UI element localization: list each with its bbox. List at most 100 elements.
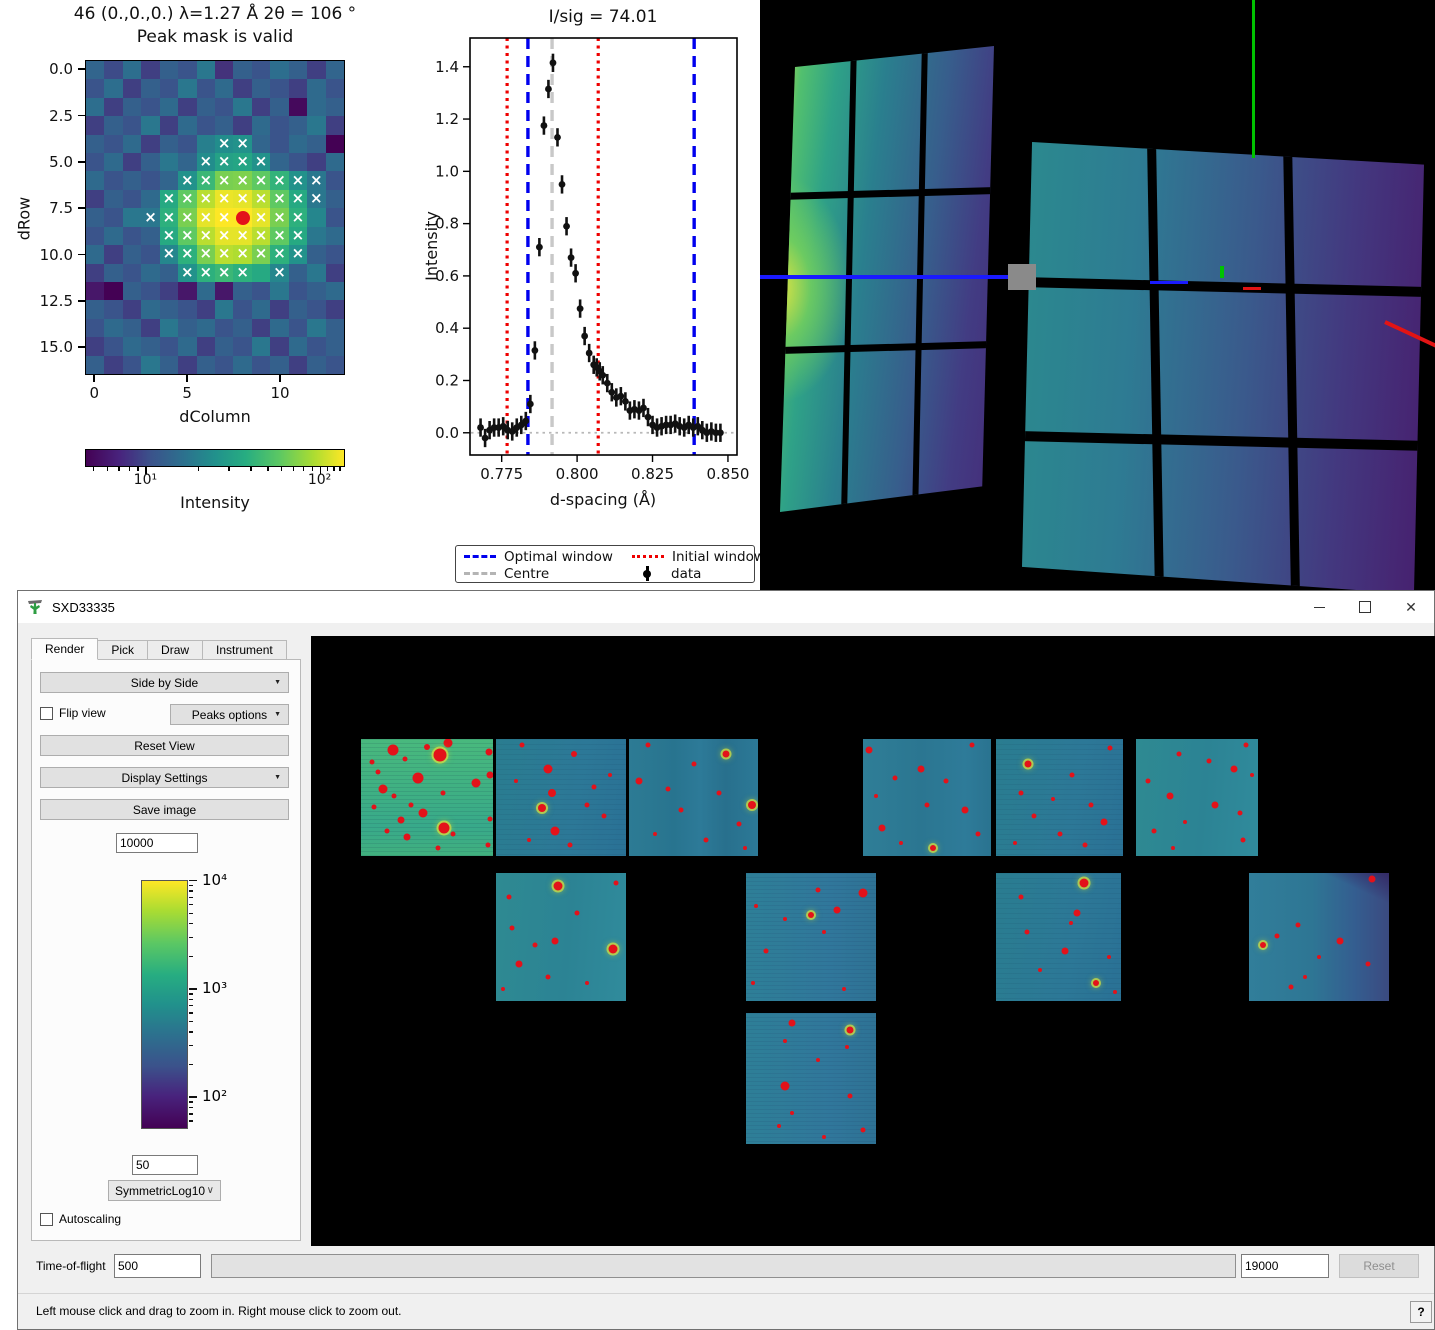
peak-spot bbox=[1057, 831, 1062, 836]
peak-spot bbox=[1176, 752, 1181, 757]
detector-panel bbox=[1249, 873, 1389, 1001]
svg-text:0.850: 0.850 bbox=[706, 465, 749, 483]
detector-panel bbox=[361, 739, 493, 856]
mask-x-marker: × bbox=[292, 173, 305, 188]
save-image-button[interactable]: Save image bbox=[40, 799, 289, 820]
peak-spot bbox=[568, 843, 573, 848]
peak-spot bbox=[444, 739, 453, 747]
peak-spot bbox=[533, 942, 538, 947]
tab-instrument[interactable]: Instrument bbox=[203, 640, 287, 660]
peaks-options-combo[interactable]: Peaks options▼ bbox=[170, 704, 289, 725]
tab-render[interactable]: Render bbox=[31, 638, 98, 660]
checkbox-label: Flip view bbox=[59, 706, 106, 720]
peak-spot bbox=[487, 772, 493, 779]
help-button[interactable]: ? bbox=[1410, 1301, 1432, 1323]
colorbar-max-input[interactable] bbox=[116, 833, 198, 853]
beam-axis-segment bbox=[1150, 281, 1188, 284]
mask-x-marker: × bbox=[181, 246, 194, 261]
peak-spot bbox=[1243, 742, 1248, 747]
scale-type-combo[interactable]: SymmetricLog10∨ bbox=[108, 1180, 221, 1201]
peak-center-marker bbox=[236, 211, 250, 225]
minimize-button[interactable] bbox=[1296, 591, 1342, 623]
peak-spot bbox=[548, 789, 556, 797]
peak-spot bbox=[546, 974, 551, 979]
tab-pick[interactable]: Pick bbox=[98, 640, 148, 660]
window-colorbar[interactable] bbox=[141, 880, 188, 1129]
close-button[interactable]: ✕ bbox=[1388, 591, 1434, 623]
button-label: Save image bbox=[133, 803, 196, 817]
peak-spot bbox=[1051, 797, 1055, 801]
tof-max-input[interactable] bbox=[1241, 1254, 1329, 1278]
peak-mask-plot: 46 (0.,0.,0.) λ=1.27 Å 2θ = 106 ° Peak m… bbox=[0, 0, 430, 590]
peak-spot bbox=[636, 778, 643, 785]
instrument-3d-view[interactable] bbox=[760, 0, 1435, 590]
bank-gap bbox=[1283, 138, 1300, 590]
peak-spot bbox=[781, 1082, 790, 1091]
mask-x-marker: × bbox=[255, 191, 268, 206]
peak-spot bbox=[917, 766, 924, 773]
mask-x-marker: × bbox=[255, 228, 268, 243]
peak-spot bbox=[736, 822, 741, 827]
peak-spot bbox=[1146, 779, 1151, 784]
button-label: Reset bbox=[1363, 1259, 1394, 1273]
detector-render-area[interactable] bbox=[311, 636, 1435, 1246]
peak-spot bbox=[925, 802, 930, 807]
detector-panel bbox=[996, 873, 1121, 1001]
tab-draw[interactable]: Draw bbox=[148, 640, 203, 660]
mask-x-marker: × bbox=[218, 209, 231, 224]
peak-spot bbox=[1183, 820, 1187, 824]
peak-spot bbox=[397, 816, 404, 823]
peak-spot bbox=[424, 744, 430, 750]
peak-spot bbox=[743, 846, 747, 850]
detector-panel bbox=[746, 1013, 876, 1144]
mask-x-marker: × bbox=[218, 228, 231, 243]
tof-reset-button[interactable]: Reset bbox=[1339, 1254, 1419, 1278]
display-settings-combo[interactable]: Display Settings▼ bbox=[40, 767, 289, 788]
peak-spot bbox=[551, 937, 558, 944]
legend-label: Initial window bbox=[672, 549, 765, 565]
colorbar-min-input[interactable] bbox=[132, 1155, 198, 1175]
detector-panel bbox=[629, 739, 758, 856]
peak-spot bbox=[962, 807, 969, 814]
mask-x-marker: × bbox=[255, 209, 268, 224]
tof-slider[interactable] bbox=[211, 1254, 1236, 1278]
peak-spot bbox=[1079, 879, 1088, 888]
bank-gap bbox=[1018, 431, 1428, 451]
peak-spot bbox=[1250, 773, 1254, 777]
autoscaling-checkbox[interactable]: Autoscaling bbox=[40, 1212, 121, 1226]
flip-view-checkbox[interactable]: Flip view bbox=[40, 706, 106, 720]
legend-label: Optimal window bbox=[504, 549, 613, 565]
mask-x-marker: × bbox=[218, 154, 231, 169]
peak-spot bbox=[1082, 843, 1087, 848]
mask-x-marker: × bbox=[199, 209, 212, 224]
peak-spot bbox=[544, 765, 553, 774]
peak-spot bbox=[392, 794, 397, 799]
maximize-button[interactable] bbox=[1342, 591, 1388, 623]
screenshot-root: 46 (0.,0.,0.) λ=1.27 Å 2θ = 106 ° Peak m… bbox=[0, 0, 1435, 1330]
bank-gap bbox=[841, 42, 857, 516]
peak-spot bbox=[861, 1127, 866, 1132]
checkbox-label: Autoscaling bbox=[59, 1212, 121, 1226]
peaks-combo-value: Peaks options bbox=[192, 708, 267, 722]
peak-spot bbox=[1207, 759, 1212, 764]
peak-spot bbox=[1070, 773, 1075, 778]
y-axis-line bbox=[1252, 0, 1255, 158]
status-text: Left mouse click and drag to zoom in. Ri… bbox=[36, 1304, 402, 1318]
mask-x-marker: × bbox=[292, 191, 305, 206]
peak-spot bbox=[879, 824, 886, 831]
peak-spot bbox=[1241, 837, 1246, 842]
peak-spot bbox=[1152, 829, 1157, 834]
layout-combo[interactable]: Side by Side▼ bbox=[40, 672, 289, 693]
peak-spot bbox=[1061, 948, 1068, 955]
display-settings-value: Display Settings bbox=[121, 771, 207, 785]
peak-spot bbox=[419, 808, 428, 817]
detector-panel bbox=[746, 873, 876, 1001]
window-titlebar[interactable]: SXD33335 ✕ bbox=[18, 591, 1434, 623]
reset-view-button[interactable]: Reset View bbox=[40, 735, 289, 756]
legend-item-initial-window: Initial window bbox=[632, 549, 765, 565]
legend-item-optimal-window: Optimal window bbox=[464, 549, 632, 565]
tof-label: Time-of-flight bbox=[36, 1259, 106, 1273]
status-bar: Left mouse click and drag to zoom in. Ri… bbox=[18, 1293, 1434, 1330]
tof-min-input[interactable] bbox=[114, 1254, 201, 1278]
peak-spot bbox=[691, 761, 696, 766]
